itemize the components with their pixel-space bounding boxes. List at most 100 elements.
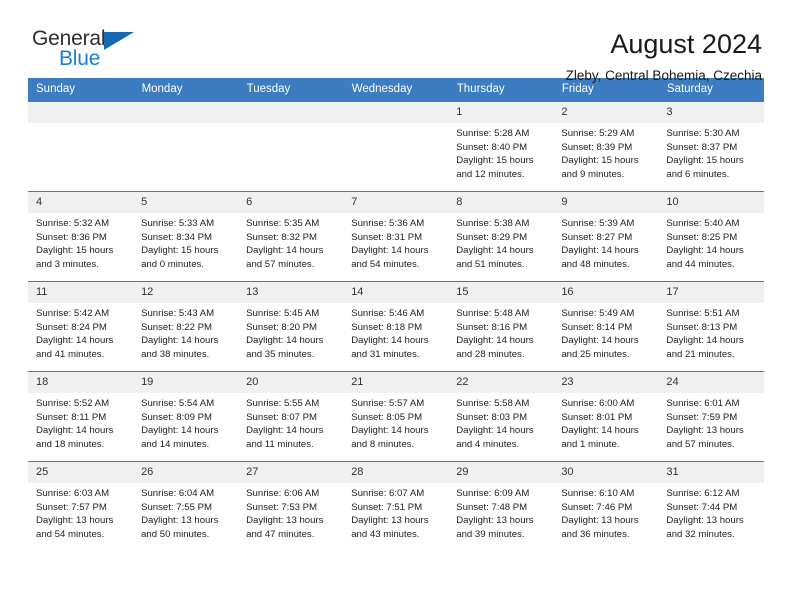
- sunrise-text: Sunrise: 6:09 AM: [456, 488, 530, 499]
- calendar-day-cell[interactable]: 5 Sunrise: 5:33 AM Sunset: 8:34 PM Daylight…: [133, 191, 239, 282]
- day-number: 18: [28, 372, 134, 393]
- calendar-day-cell[interactable]: 7 Sunrise: 5:36 AM Sunset: 8:31 PM Daylight…: [343, 191, 449, 282]
- calendar-day-cell[interactable]: 30 Sunrise: 6:10 AM Sunset: 7:46 PM Dayligh…: [553, 461, 659, 551]
- calendar-day-cell[interactable]: 1 Sunrise: 5:28 AM Sunset: 8:40 PM Daylight…: [448, 101, 554, 192]
- calendar-day-cell[interactable]: 8 Sunrise: 5:38 AM Sunset: 8:29 PM Daylight…: [448, 191, 554, 282]
- calendar-day-cell[interactable]: 3 Sunrise: 5:30 AM Sunset: 8:37 PM Daylight…: [658, 101, 764, 192]
- day-number: 13: [238, 282, 344, 303]
- day-details: Sunrise: 5:42 AM Sunset: 8:24 PM Daylight:…: [28, 303, 133, 361]
- calendar-day-cell[interactable]: 25 Sunrise: 6:03 AM Sunset: 7:57 PM Dayligh…: [28, 461, 134, 551]
- calendar-day-cell[interactable]: 2 Sunrise: 5:29 AM Sunset: 8:39 PM Daylight…: [553, 101, 659, 192]
- calendar-day-cell[interactable]: 11 Sunrise: 5:42 AM Sunset: 8:24 PM Dayligh…: [28, 281, 134, 372]
- sunset-text: Sunset: 8:01 PM: [561, 411, 633, 423]
- calendar-day-cell[interactable]: 28 Sunrise: 6:07 AM Sunset: 7:51 PM Dayligh…: [343, 461, 449, 551]
- daylight-text: Daylight: 14 hours and 54 minutes.: [351, 245, 429, 270]
- general-blue-logo[interactable]: General Blue: [28, 28, 152, 78]
- calendar-day-cell[interactable]: 6 Sunrise: 5:35 AM Sunset: 8:32 PM Daylight…: [238, 191, 344, 282]
- day-details: Sunrise: 5:55 AM Sunset: 8:07 PM Daylight:…: [238, 393, 343, 451]
- calendar-cell-empty: [133, 101, 239, 192]
- calendar-day-cell[interactable]: 21 Sunrise: 5:57 AM Sunset: 8:05 PM Dayligh…: [343, 371, 449, 462]
- daylight-text: Daylight: 15 hours and 6 minutes.: [666, 155, 744, 180]
- day-number: 25: [28, 462, 134, 483]
- weekday-header-tuesday: Tuesday: [238, 78, 344, 102]
- day-details: Sunrise: 5:39 AM Sunset: 8:27 PM Daylight:…: [553, 213, 658, 271]
- calendar-day-cell[interactable]: 19 Sunrise: 5:54 AM Sunset: 8:09 PM Dayligh…: [133, 371, 239, 462]
- daylight-text: Daylight: 14 hours and 41 minutes.: [36, 335, 114, 360]
- day-number: 15: [448, 282, 554, 303]
- daylight-text: Daylight: 13 hours and 57 minutes.: [666, 425, 744, 450]
- day-details: Sunrise: 6:09 AM Sunset: 7:48 PM Daylight:…: [448, 483, 553, 541]
- calendar-day-cell[interactable]: 4 Sunrise: 5:32 AM Sunset: 8:36 PM Daylight…: [28, 191, 134, 282]
- calendar-day-cell[interactable]: 13 Sunrise: 5:45 AM Sunset: 8:20 PM Dayligh…: [238, 281, 344, 372]
- sunrise-text: Sunrise: 5:40 AM: [666, 218, 740, 229]
- sunset-text: Sunset: 8:11 PM: [36, 411, 107, 423]
- sunset-text: Sunset: 8:40 PM: [456, 141, 528, 153]
- calendar-day-cell[interactable]: 16 Sunrise: 5:49 AM Sunset: 8:14 PM Dayligh…: [553, 281, 659, 372]
- daylight-text: Daylight: 14 hours and 28 minutes.: [456, 335, 534, 360]
- daylight-text: Daylight: 14 hours and 38 minutes.: [141, 335, 219, 360]
- day-details: Sunrise: 5:38 AM Sunset: 8:29 PM Daylight:…: [448, 213, 553, 271]
- day-details: Sunrise: 5:49 AM Sunset: 8:14 PM Daylight:…: [553, 303, 658, 361]
- sunset-text: Sunset: 8:32 PM: [246, 231, 318, 243]
- day-number: 21: [343, 372, 449, 393]
- daylight-text: Daylight: 13 hours and 50 minutes.: [141, 515, 219, 540]
- calendar-day-cell[interactable]: 31 Sunrise: 6:12 AM Sunset: 7:44 PM Dayligh…: [658, 461, 764, 551]
- daylight-text: Daylight: 14 hours and 11 minutes.: [246, 425, 324, 450]
- sunset-text: Sunset: 8:24 PM: [36, 321, 107, 333]
- day-number: 11: [28, 282, 134, 303]
- sunrise-text: Sunrise: 5:51 AM: [666, 308, 740, 319]
- day-details: Sunrise: 6:00 AM Sunset: 8:01 PM Daylight:…: [553, 393, 658, 451]
- calendar-day-cell[interactable]: 17 Sunrise: 5:51 AM Sunset: 8:13 PM Dayligh…: [658, 281, 764, 372]
- calendar-page: General Blue August 2024 Zleby, Central …: [0, 0, 792, 612]
- day-number: 1: [448, 102, 554, 123]
- sunrise-text: Sunrise: 5:35 AM: [246, 218, 320, 229]
- sunrise-text: Sunrise: 5:49 AM: [561, 308, 635, 319]
- calendar-day-cell[interactable]: 29 Sunrise: 6:09 AM Sunset: 7:48 PM Dayligh…: [448, 461, 554, 551]
- daylight-text: Daylight: 13 hours and 43 minutes.: [351, 515, 429, 540]
- day-number: 31: [658, 462, 764, 483]
- day-details: Sunrise: 5:52 AM Sunset: 8:11 PM Daylight:…: [28, 393, 133, 451]
- day-number: 2: [553, 102, 659, 123]
- day-number: 27: [238, 462, 344, 483]
- calendar-day-cell[interactable]: 18 Sunrise: 5:52 AM Sunset: 8:11 PM Dayligh…: [28, 371, 134, 462]
- calendar-week-row: 1 Sunrise: 5:28 AM Sunset: 8:40 PM Daylight…: [28, 101, 764, 192]
- calendar-day-cell[interactable]: 14 Sunrise: 5:46 AM Sunset: 8:18 PM Dayligh…: [343, 281, 449, 372]
- sunset-text: Sunset: 7:51 PM: [351, 501, 423, 513]
- calendar-day-cell[interactable]: 10 Sunrise: 5:40 AM Sunset: 8:25 PM Dayligh…: [658, 191, 764, 282]
- day-details: Sunrise: 5:57 AM Sunset: 8:05 PM Daylight:…: [343, 393, 448, 451]
- sunset-text: Sunset: 7:46 PM: [561, 501, 633, 513]
- daylight-text: Daylight: 13 hours and 39 minutes.: [456, 515, 534, 540]
- weekday-header-wednesday: Wednesday: [343, 78, 449, 102]
- calendar-day-cell[interactable]: 23 Sunrise: 6:00 AM Sunset: 8:01 PM Dayligh…: [553, 371, 659, 462]
- sunset-text: Sunset: 7:57 PM: [36, 501, 107, 513]
- day-number: 16: [553, 282, 659, 303]
- sunset-text: Sunset: 8:29 PM: [456, 231, 528, 243]
- weekday-header-sunday: Sunday: [28, 78, 134, 102]
- calendar-week-row: 25 Sunrise: 6:03 AM Sunset: 7:57 PM Dayligh…: [28, 461, 764, 551]
- calendar-day-cell[interactable]: 12 Sunrise: 5:43 AM Sunset: 8:22 PM Dayligh…: [133, 281, 239, 372]
- day-details: Sunrise: 5:51 AM Sunset: 8:13 PM Daylight:…: [658, 303, 763, 361]
- day-number: 19: [133, 372, 239, 393]
- sunset-text: Sunset: 8:13 PM: [666, 321, 738, 333]
- calendar-day-cell[interactable]: 9 Sunrise: 5:39 AM Sunset: 8:27 PM Daylight…: [553, 191, 659, 282]
- calendar-day-cell[interactable]: 22 Sunrise: 5:58 AM Sunset: 8:03 PM Dayligh…: [448, 371, 554, 462]
- day-details: Sunrise: 5:54 AM Sunset: 8:09 PM Daylight:…: [133, 393, 238, 451]
- daylight-text: Daylight: 14 hours and 4 minutes.: [456, 425, 534, 450]
- calendar-day-cell[interactable]: 27 Sunrise: 6:06 AM Sunset: 7:53 PM Dayligh…: [238, 461, 344, 551]
- sunset-text: Sunset: 7:55 PM: [141, 501, 212, 513]
- day-details: Sunrise: 5:46 AM Sunset: 8:18 PM Daylight:…: [343, 303, 448, 361]
- calendar-day-cell[interactable]: 26 Sunrise: 6:04 AM Sunset: 7:55 PM Dayligh…: [133, 461, 239, 551]
- sunset-text: Sunset: 8:20 PM: [246, 321, 318, 333]
- day-details: Sunrise: 5:43 AM Sunset: 8:22 PM Daylight:…: [133, 303, 238, 361]
- daylight-text: Daylight: 14 hours and 51 minutes.: [456, 245, 534, 270]
- daylight-text: Daylight: 13 hours and 54 minutes.: [36, 515, 114, 540]
- sunset-text: Sunset: 7:48 PM: [456, 501, 528, 513]
- day-details: Sunrise: 5:40 AM Sunset: 8:25 PM Daylight:…: [658, 213, 763, 271]
- calendar-day-cell[interactable]: 15 Sunrise: 5:48 AM Sunset: 8:16 PM Dayligh…: [448, 281, 554, 372]
- sunrise-text: Sunrise: 5:52 AM: [36, 398, 110, 409]
- calendar-day-cell[interactable]: 20 Sunrise: 5:55 AM Sunset: 8:07 PM Dayligh…: [238, 371, 344, 462]
- calendar-day-cell[interactable]: 24 Sunrise: 6:01 AM Sunset: 7:59 PM Dayligh…: [658, 371, 764, 462]
- day-details: Sunrise: 5:29 AM Sunset: 8:39 PM Daylight:…: [553, 123, 658, 181]
- sunset-text: Sunset: 8:37 PM: [666, 141, 738, 153]
- day-details: Sunrise: 5:33 AM Sunset: 8:34 PM Daylight:…: [133, 213, 238, 271]
